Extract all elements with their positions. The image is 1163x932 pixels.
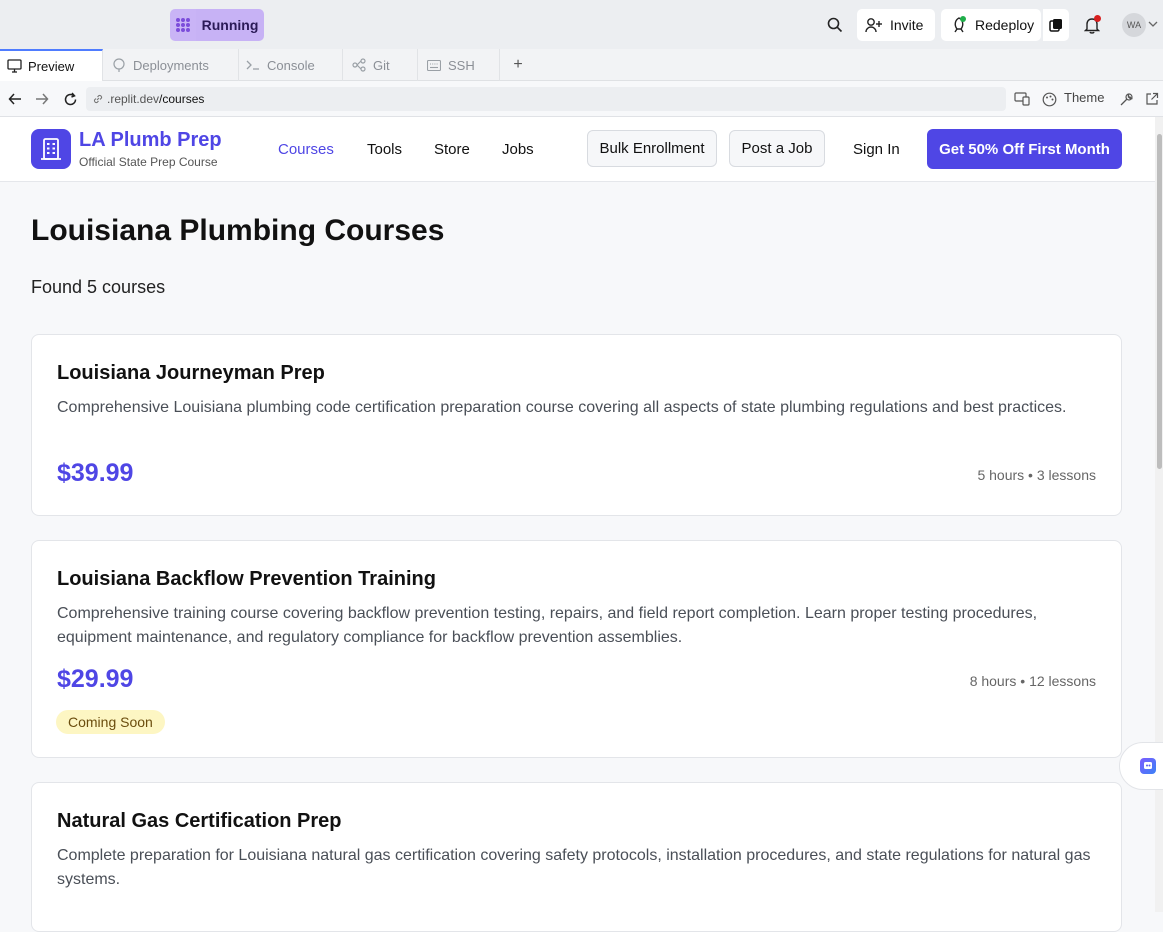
add-user-icon [865,17,883,33]
tab-label: Preview [28,58,75,74]
workspace-topbar: Running Invite Redeploy WA [0,0,1163,49]
notification-dot [1094,15,1101,22]
avatar[interactable]: WA [1122,13,1146,37]
bulk-enrollment-button[interactable]: Bulk Enrollment [587,130,717,167]
palette-icon[interactable] [1040,90,1058,108]
wrench-icon[interactable] [1117,90,1135,108]
git-icon [351,57,367,73]
course-description: Comprehensive Louisiana plumbing code ce… [57,399,1067,416]
tab-preview[interactable]: Preview [0,49,103,81]
course-title[interactable]: Louisiana Backflow Prevention Training [57,568,436,591]
site-header: LA Plumb Prep Official State Prep Course… [0,117,1163,182]
course-title[interactable]: Louisiana Journeyman Prep [57,362,325,385]
page-title: Louisiana Plumbing Courses [31,214,445,247]
refresh-icon[interactable] [61,90,79,108]
deploy-options-icon[interactable] [1043,9,1069,41]
scrollbar-thumb[interactable] [1157,134,1162,469]
invite-button[interactable]: Invite [857,9,935,41]
invite-label: Invite [890,17,924,33]
nav-jobs[interactable]: Jobs [502,141,534,158]
notifications-bell-icon[interactable] [1080,13,1104,37]
tab-ssh[interactable]: SSH [418,49,500,81]
run-grid-icon[interactable] [170,9,196,41]
redeploy-label: Redeploy [975,17,1035,33]
deployments-icon [111,57,127,73]
coming-soon-badge: Coming Soon [56,710,165,734]
building-logo-icon[interactable] [31,129,71,169]
course-card[interactable]: Louisiana Backflow Prevention Training C… [31,540,1122,758]
tab-label: Console [267,57,315,73]
tab-git[interactable]: Git [343,49,418,81]
assistant-icon [1138,756,1158,776]
nav-store[interactable]: Store [434,141,470,158]
forward-arrow-icon[interactable] [33,90,51,108]
post-job-button[interactable]: Post a Job [729,130,825,167]
keyboard-icon [426,57,442,73]
tab-label: SSH [448,57,475,73]
url-host: .replit.dev [107,92,160,106]
url-path: /courses [159,92,205,106]
browser-address-bar: .replit.dev/courses Theme [0,81,1163,117]
course-meta: 5 hours • 3 lessons [977,467,1096,483]
course-description: Complete preparation for Louisiana natur… [57,847,1091,888]
devices-icon[interactable] [1013,90,1031,108]
monitor-icon [6,58,22,74]
course-description: Comprehensive training course covering b… [57,605,1038,646]
brand-subtitle: Official State Prep Course [79,155,218,169]
workspace-tabs: Preview Deployments Console Git SSH + [0,49,1163,81]
sign-in-link[interactable]: Sign In [853,141,900,158]
tab-label: Git [373,57,390,73]
tab-label: Deployments [133,57,209,73]
add-tab-icon[interactable]: + [508,55,528,75]
course-card[interactable]: Natural Gas Certification Prep Complete … [31,782,1122,932]
results-count: Found 5 courses [31,277,166,297]
terminal-icon [245,57,261,73]
redeploy-icon [950,16,968,34]
link-icon [92,93,104,105]
assistant-float-button[interactable] [1119,742,1163,790]
chevron-down-icon[interactable] [1148,17,1160,31]
course-price: $39.99 [57,459,134,487]
course-title[interactable]: Natural Gas Certification Prep [57,810,342,833]
brand-name[interactable]: LA Plumb Prep [79,129,222,152]
course-price: $29.99 [57,665,134,693]
discount-cta-button[interactable]: Get 50% Off First Month [927,129,1122,169]
course-meta: 8 hours • 12 lessons [969,673,1096,689]
nav-courses[interactable]: Courses [278,141,334,158]
course-card[interactable]: Louisiana Journeyman Prep Comprehensive … [31,334,1122,516]
back-arrow-icon[interactable] [6,90,24,108]
redeploy-button[interactable]: Redeploy [941,9,1041,41]
nav-tools[interactable]: Tools [367,141,402,158]
external-link-icon[interactable] [1143,90,1161,108]
theme-label[interactable]: Theme [1064,90,1104,105]
run-status-button[interactable]: Running [196,9,264,41]
tab-console[interactable]: Console [239,49,343,81]
tab-deployments[interactable]: Deployments [103,49,239,81]
search-icon[interactable] [823,13,847,37]
url-field[interactable]: .replit.dev/courses [86,87,1006,111]
